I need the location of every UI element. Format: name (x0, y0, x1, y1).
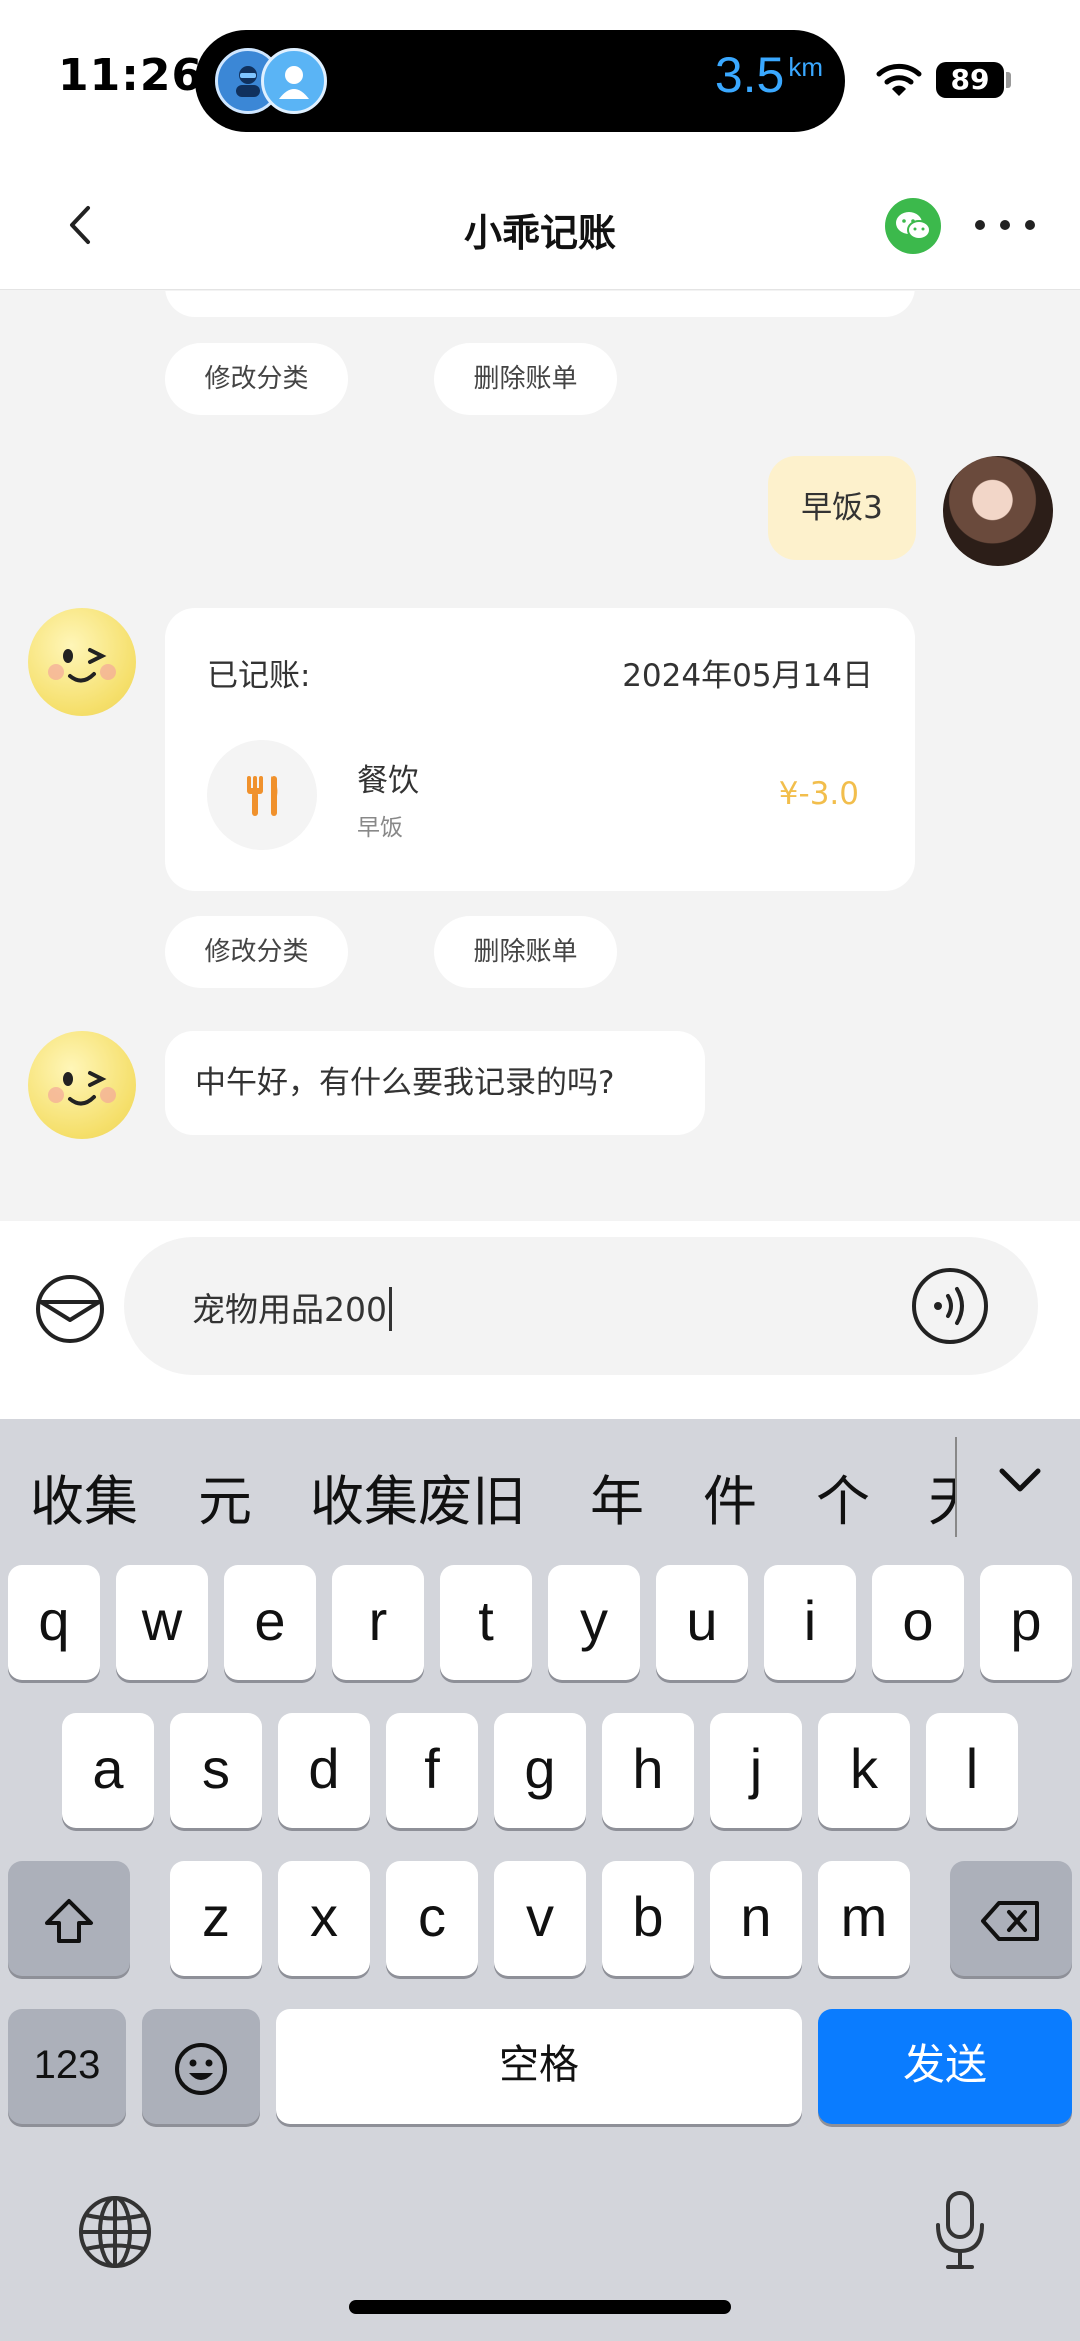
user-avatar[interactable] (943, 456, 1053, 566)
voice-icon (912, 1268, 988, 1344)
microphone-icon[interactable] (930, 2189, 990, 2271)
shift-arrow-icon (45, 1899, 93, 1944)
bot-avatar (28, 1031, 136, 1139)
keyboard: 收集 元 收集废旧 年 件 个 天 q w e r t y u i o p a … (0, 1419, 1080, 2341)
key-i[interactable]: i (764, 1565, 856, 1680)
status-time: 11:26 (58, 50, 204, 101)
candidate-word[interactable]: 件 (703, 1457, 757, 1536)
shift-key[interactable] (8, 1861, 130, 1976)
wechat-icon (896, 212, 931, 240)
more-dot (975, 220, 985, 230)
candidate-divider (955, 1437, 957, 1537)
key-r[interactable]: r (332, 1565, 424, 1680)
key-g[interactable]: g (494, 1713, 586, 1828)
bill-card[interactable]: 已记账: 2024年05月14日 餐饮 早饭 ¥-3.0 (165, 608, 915, 891)
expand-candidates-button[interactable] (990, 1461, 1050, 1501)
nav-bar: 小乖记账 (0, 160, 1080, 290)
wifi-icon (876, 62, 922, 102)
key-p[interactable]: p (980, 1565, 1072, 1680)
key-z[interactable]: z (170, 1861, 262, 1976)
backspace-icon (981, 1901, 1039, 1942)
delete-key[interactable] (950, 1861, 1072, 1976)
key-l[interactable]: l (926, 1713, 1018, 1828)
key-s[interactable]: s (170, 1713, 262, 1828)
chevron-down-icon (999, 1468, 1041, 1492)
home-indicator[interactable] (349, 2300, 731, 2314)
more-dot (1000, 220, 1010, 230)
key-a[interactable]: a (62, 1713, 154, 1828)
text-caret (389, 1286, 392, 1331)
battery-tip (1006, 72, 1011, 88)
more-button[interactable] (975, 200, 1035, 250)
voice-input-button[interactable] (910, 1266, 990, 1346)
candidate-word[interactable]: 收集废旧 (310, 1457, 526, 1536)
key-d[interactable]: d (278, 1713, 370, 1828)
key-b[interactable]: b (602, 1861, 694, 1976)
dynamic-island[interactable]: 3.5 km (195, 30, 845, 132)
message-input[interactable]: 宠物用品200 (124, 1237, 1038, 1375)
candidate-word[interactable]: 收集 (30, 1457, 138, 1536)
bill-amount: ¥-3.0 (778, 776, 859, 812)
key-v[interactable]: v (494, 1861, 586, 1976)
globe-icon[interactable] (77, 2194, 153, 2270)
key-u[interactable]: u (656, 1565, 748, 1680)
candidate-word[interactable]: 天 (928, 1457, 955, 1536)
recorded-label: 已记账: (207, 658, 311, 694)
emoji-key[interactable] (142, 2009, 260, 2124)
key-m[interactable]: m (818, 1861, 910, 1976)
input-bar: 宠物用品200 (0, 1221, 1080, 1419)
edit-category-button[interactable]: 修改分类 (165, 916, 348, 988)
chat-list[interactable]: 修改分类 删除账单 早饭3 已记账: 2024年05月14日 餐饮 早饭 ¥-3… (0, 291, 1080, 1221)
bot-avatar (28, 608, 136, 716)
wink-face-icon (48, 648, 116, 683)
key-k[interactable]: k (818, 1713, 910, 1828)
bill-note: 早饭 (357, 815, 403, 841)
bot-message: 中午好，有什么要我记录的吗? (165, 1031, 705, 1135)
candidate-word[interactable]: 年 (590, 1457, 644, 1536)
delete-bill-button[interactable]: 删除账单 (434, 343, 617, 415)
user-message: 早饭3 (768, 456, 916, 560)
message-input-text: 宠物用品200 (192, 1283, 392, 1334)
key-c[interactable]: c (386, 1861, 478, 1976)
key-q[interactable]: q (8, 1565, 100, 1680)
key-f[interactable]: f (386, 1713, 478, 1828)
delete-bill-button[interactable]: 删除账单 (434, 916, 617, 988)
previous-bill-card (165, 291, 915, 317)
candidate-word[interactable]: 个 (816, 1457, 870, 1536)
key-h[interactable]: h (602, 1713, 694, 1828)
key-y[interactable]: y (548, 1565, 640, 1680)
numbers-key[interactable]: 123 (8, 2009, 126, 2124)
key-t[interactable]: t (440, 1565, 532, 1680)
wechat-button[interactable] (885, 198, 941, 254)
edit-category-button[interactable]: 修改分类 (165, 343, 348, 415)
emoji-smile-icon (175, 2043, 227, 2096)
key-w[interactable]: w (116, 1565, 208, 1680)
candidate-word[interactable]: 元 (198, 1457, 252, 1536)
bill-category: 餐饮 (357, 763, 419, 799)
wink-face-icon (48, 1071, 116, 1106)
send-key[interactable]: 发送 (818, 2009, 1072, 2124)
user-silhouette-icon (261, 48, 327, 114)
key-e[interactable]: e (224, 1565, 316, 1680)
candidate-bar: 收集 元 收集废旧 年 件 个 天 (0, 1419, 1080, 1554)
key-o[interactable]: o (872, 1565, 964, 1680)
more-dot (1025, 220, 1035, 230)
delivery-distance: 3.5 km (714, 47, 823, 103)
space-key[interactable]: 空格 (276, 2009, 802, 2124)
status-bar: 11:26 3.5 km 89 (0, 0, 1080, 160)
battery-indicator: 89 (936, 62, 1004, 98)
key-x[interactable]: x (278, 1861, 370, 1976)
wallet-icon[interactable] (35, 1274, 105, 1344)
key-j[interactable]: j (710, 1713, 802, 1828)
key-n[interactable]: n (710, 1861, 802, 1976)
fork-knife-icon (207, 740, 317, 850)
bill-date: 2024年05月14日 (622, 658, 873, 694)
